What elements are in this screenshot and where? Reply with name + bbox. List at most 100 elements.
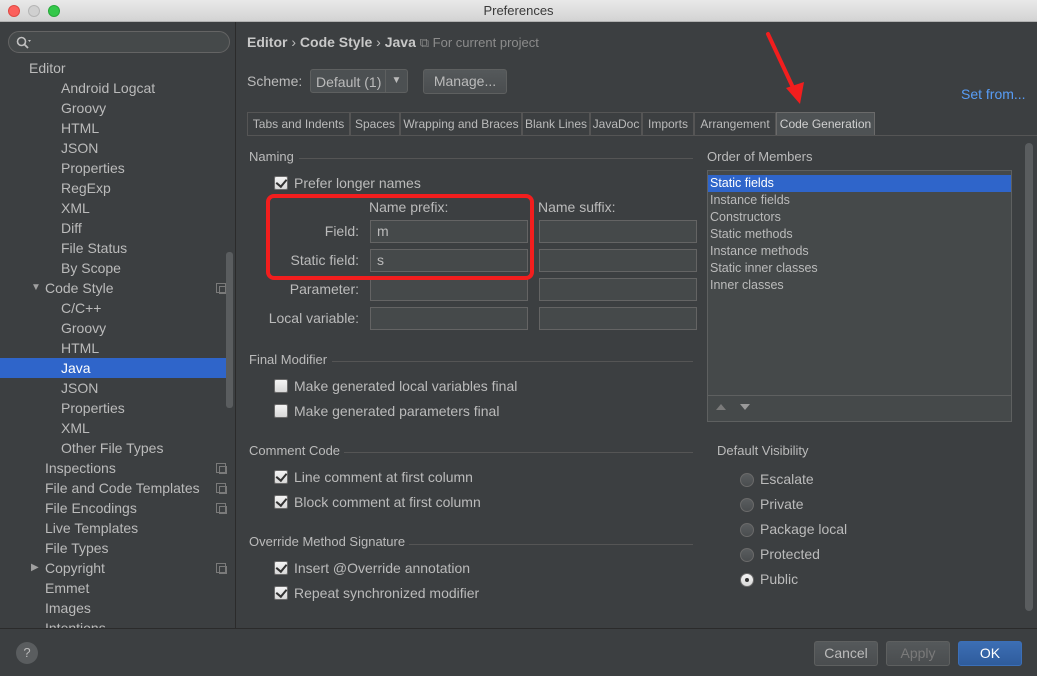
- tab-blank-lines[interactable]: Blank Lines: [522, 112, 590, 136]
- tree-item[interactable]: XML: [0, 418, 235, 438]
- block-comment-checkbox[interactable]: [274, 495, 288, 509]
- manage-button[interactable]: Manage...: [423, 69, 507, 94]
- tree-item[interactable]: Groovy: [0, 98, 235, 118]
- tree-section-editor[interactable]: Editor: [0, 58, 235, 78]
- naming-section-title: Naming: [249, 149, 294, 164]
- tree-item[interactable]: XML: [0, 198, 235, 218]
- tree-item[interactable]: File Status: [0, 238, 235, 258]
- tree-item-file-encodings[interactable]: File Encodings: [0, 498, 235, 518]
- block-comment-label: Block comment at first column: [294, 494, 481, 510]
- tab-arrangement[interactable]: Arrangement: [694, 112, 776, 136]
- tab-code-generation[interactable]: Code Generation: [776, 112, 875, 136]
- tree-item[interactable]: Images: [0, 598, 235, 618]
- tree-item[interactable]: Intentions: [0, 618, 235, 628]
- order-list-toolbar: [708, 395, 1011, 421]
- tree-item-file-and-code-templates[interactable]: File and Code Templates: [0, 478, 235, 498]
- expanded-arrow-icon[interactable]: ▼: [31, 278, 41, 298]
- search-input[interactable]: [8, 31, 230, 53]
- breadcrumb: Editor › Code Style › Java ⧉ For current…: [247, 34, 539, 50]
- list-item[interactable]: Static fields: [708, 175, 1011, 192]
- list-item[interactable]: Constructors: [708, 209, 1011, 226]
- visibility-public-radio[interactable]: [740, 573, 754, 587]
- tree-item[interactable]: HTML: [0, 118, 235, 138]
- line-comment-checkbox[interactable]: [274, 470, 288, 484]
- tree-item[interactable]: Other File Types: [0, 438, 235, 458]
- tree-item-label: Inspections: [45, 460, 116, 476]
- tree-item[interactable]: RegExp: [0, 178, 235, 198]
- tab-tabs-and-indents[interactable]: Tabs and Indents: [247, 112, 350, 136]
- collapsed-arrow-icon[interactable]: ▶: [31, 558, 39, 578]
- repeat-sync-checkbox[interactable]: [274, 586, 288, 600]
- prefer-longer-names-checkbox[interactable]: [274, 176, 288, 190]
- list-item[interactable]: Static methods: [708, 226, 1011, 243]
- visibility-protected-radio[interactable]: [740, 548, 754, 562]
- tree-item[interactable]: Groovy: [0, 318, 235, 338]
- visibility-package-local-radio[interactable]: [740, 523, 754, 537]
- tree-item-java-selected[interactable]: Java: [0, 358, 226, 378]
- move-down-icon[interactable]: [740, 404, 750, 410]
- field-suffix-input[interactable]: [539, 220, 697, 243]
- tree-item-label: File and Code Templates: [45, 480, 200, 496]
- copy-icon: [216, 463, 227, 474]
- tree-item[interactable]: Properties: [0, 398, 235, 418]
- tree-item[interactable]: C/C++: [0, 298, 235, 318]
- tree-item-copyright[interactable]: ▶ Copyright: [0, 558, 235, 578]
- move-up-icon[interactable]: [716, 404, 726, 410]
- list-item[interactable]: Instance methods: [708, 243, 1011, 260]
- copy-icon: [216, 503, 227, 514]
- dialog-footer: ? Cancel Apply OK: [0, 628, 1037, 676]
- copy-icon: [216, 563, 227, 574]
- visibility-private-radio[interactable]: [740, 498, 754, 512]
- ok-button[interactable]: OK: [958, 641, 1022, 666]
- tree-item[interactable]: Live Templates: [0, 518, 235, 538]
- cancel-button[interactable]: Cancel: [814, 641, 878, 666]
- chevron-down-icon: ▼: [385, 70, 407, 92]
- insert-override-label: Insert @Override annotation: [294, 560, 471, 576]
- tree-item[interactable]: File Types: [0, 538, 235, 558]
- visibility-escalate-radio[interactable]: [740, 473, 754, 487]
- tree-item[interactable]: Properties: [0, 158, 235, 178]
- order-of-members-list[interactable]: Static fields Instance fields Constructo…: [707, 170, 1012, 422]
- parameter-label: Parameter:: [289, 281, 359, 297]
- insert-override-checkbox[interactable]: [274, 561, 288, 575]
- scheme-dropdown[interactable]: Default (1) ▼: [310, 69, 408, 93]
- tree-item[interactable]: HTML: [0, 338, 235, 358]
- list-item[interactable]: Instance fields: [708, 192, 1011, 209]
- tree-item[interactable]: JSON: [0, 138, 235, 158]
- breadcrumb-code-style: Code Style: [299, 34, 373, 50]
- tree-item[interactable]: Android Logcat: [0, 78, 235, 98]
- static-field-suffix-input[interactable]: [539, 249, 697, 272]
- list-item[interactable]: Static inner classes: [708, 260, 1011, 277]
- tree-item[interactable]: Diff: [0, 218, 235, 238]
- apply-button[interactable]: Apply: [886, 641, 950, 666]
- local-variable-suffix-input[interactable]: [539, 307, 697, 330]
- main-scrollbar[interactable]: [1025, 143, 1033, 611]
- tab-spaces[interactable]: Spaces: [350, 112, 400, 136]
- breadcrumb-java: Java: [384, 34, 416, 50]
- tree-item-code-style[interactable]: ▼ Code Style: [0, 278, 235, 298]
- repeat-sync-label: Repeat synchronized modifier: [294, 585, 480, 601]
- tab-wrapping-and-braces[interactable]: Wrapping and Braces: [400, 112, 522, 136]
- tab-imports[interactable]: Imports: [642, 112, 694, 136]
- final-local-vars-label: Make generated local variables final: [294, 378, 518, 394]
- annotation-highlight-box: [266, 194, 534, 280]
- parameter-suffix-input[interactable]: [539, 278, 697, 301]
- settings-sidebar: Editor Android Logcat Groovy HTML JSON P…: [0, 22, 236, 628]
- tree-item[interactable]: JSON: [0, 378, 235, 398]
- final-local-vars-checkbox[interactable]: [274, 379, 288, 393]
- section-divider: [299, 158, 693, 159]
- parameter-prefix-input[interactable]: [370, 278, 528, 301]
- tree-item-inspections[interactable]: Inspections: [0, 458, 235, 478]
- help-icon[interactable]: ?: [16, 642, 38, 664]
- section-divider: [409, 544, 693, 545]
- local-variable-prefix-input[interactable]: [370, 307, 528, 330]
- visibility-escalate-label: Escalate: [760, 471, 814, 487]
- list-item[interactable]: Inner classes: [708, 277, 1011, 294]
- tree-item[interactable]: By Scope: [0, 258, 235, 278]
- set-from-link[interactable]: Set from...: [961, 86, 1026, 102]
- sidebar-scrollbar[interactable]: [226, 252, 233, 408]
- final-params-checkbox[interactable]: [274, 404, 288, 418]
- annotation-arrow: [766, 32, 804, 104]
- tab-javadoc[interactable]: JavaDoc: [590, 112, 642, 136]
- tree-item[interactable]: Emmet: [0, 578, 235, 598]
